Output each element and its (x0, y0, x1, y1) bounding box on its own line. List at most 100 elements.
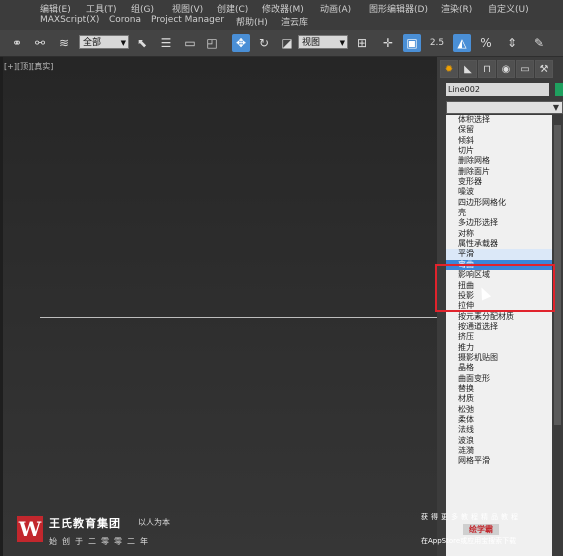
selection-filter-dropdown[interactable]: 全部 ▼ (79, 35, 129, 49)
modifier-list-dropdown[interactable]: ▼ (446, 101, 563, 114)
modifier-list-item[interactable]: 删除面片 (446, 167, 552, 177)
spinner-snap-icon[interactable]: ⇕ (503, 34, 521, 52)
unlink-icon[interactable]: ⚯ (31, 34, 49, 52)
menu-modifiers[interactable]: 修改器(M) (262, 2, 304, 15)
keyboard-shortcut-override-icon[interactable]: ▣ (403, 34, 421, 52)
menu-edit[interactable]: 编辑(E) (40, 2, 71, 15)
modifier-list: 体积选择 保留 倾斜 切片 删除网格 删除面片 变形器 噪波 四边形网格化壳多边形选择 对称 属性承… (446, 115, 552, 556)
modifier-list-item[interactable]: 松弛 (446, 405, 552, 415)
modifier-list-item[interactable]: 删除网格 (446, 156, 552, 166)
chevron-down-icon: ▼ (552, 103, 559, 112)
menu-help[interactable]: 帮助(H) (236, 15, 268, 28)
modifier-list-item[interactable]: 变形器 (446, 177, 552, 187)
select-and-move-icon[interactable]: ✥ (232, 34, 250, 52)
command-panel-tabs: ✹ ◣ ⊓ ◉ ▭ ⚒ (440, 60, 563, 78)
modifier-list-item[interactable]: 拉伸 (446, 301, 552, 311)
menu-views[interactable]: 视图(V) (172, 2, 203, 15)
modifier-list-item[interactable]: 投影 (446, 291, 552, 301)
modifier-list-item[interactable]: 摄影机贴图 (446, 353, 552, 363)
select-and-rotate-icon[interactable]: ↻ (255, 34, 273, 52)
angle-snap-label[interactable]: 2.5 (428, 34, 446, 52)
wang-logo-icon: W (17, 516, 43, 542)
modifier-list-item[interactable]: 曲面变形 (446, 374, 552, 384)
select-object-icon[interactable]: ⬉ (133, 34, 151, 52)
menu-project-manager[interactable]: Project Manager (151, 15, 224, 25)
modifier-list-scrollbar[interactable] (552, 115, 563, 556)
create-tab-icon[interactable]: ✹ (440, 60, 458, 78)
select-by-name-icon[interactable]: ☰ (157, 34, 175, 52)
window-crossing-icon[interactable]: ◰ (203, 34, 221, 52)
bind-space-warp-icon[interactable]: ≋ (55, 34, 73, 52)
menu-render-cloud[interactable]: 渲云库 (281, 15, 308, 28)
pivot-center-icon[interactable]: ⊞ (353, 34, 371, 52)
modifier-list-item[interactable]: 噪波 (446, 187, 552, 197)
reference-coordinate-dropdown[interactable]: 视图 ▼ (298, 35, 348, 49)
modifier-list-item[interactable]: 保留 (446, 125, 552, 135)
menu-corona[interactable]: Corona (109, 15, 141, 25)
percent-snap-icon[interactable]: % (477, 34, 495, 52)
org-slogan: 以人为本 (138, 518, 170, 527)
rectangular-selection-icon[interactable]: ▭ (181, 34, 199, 52)
chevron-down-icon: ▼ (339, 39, 345, 47)
chevron-down-icon: ▼ (120, 39, 126, 47)
scrollbar-thumb[interactable] (554, 125, 561, 425)
link-icon[interactable]: ⚭ (8, 34, 26, 52)
utilities-tab-icon[interactable]: ⚒ (535, 60, 553, 78)
modifier-list-item[interactable]: 挤压 (446, 332, 552, 342)
menu-customize[interactable]: 自定义(U) (488, 2, 529, 15)
modifier-list-item[interactable]: 柔体 (446, 415, 552, 425)
menu-animation[interactable]: 动画(A) (320, 2, 351, 15)
modifier-list-item[interactable]: 材质 (446, 394, 552, 404)
modifier-list-item[interactable]: 多边形选择 (446, 218, 552, 228)
modifier-list-item[interactable]: 网格平滑 (446, 456, 552, 466)
modifier-list-item[interactable]: 平滑 (446, 249, 552, 260)
viewport-border (0, 57, 3, 556)
menu-graph-editors[interactable]: 图形编辑器(D) (369, 2, 428, 15)
motion-tab-icon[interactable]: ◉ (497, 60, 515, 78)
modifier-list-item[interactable]: 按元素分配材质 (446, 312, 552, 322)
viewport-label[interactable]: [+][顶][真实] (4, 61, 53, 72)
modifier-list-item[interactable]: 壳 (446, 208, 552, 218)
watermark-app-name: 绘学霸 (463, 524, 499, 535)
watermark-line-3: 在AppStore或应用宝搜索下载 (421, 537, 517, 545)
menu-bar: 编辑(E) 工具(T) 组(G) 视图(V) 创建(C) 修改器(M) 动画(A… (0, 0, 563, 30)
modifier-list-item[interactable]: 属性承载器 (446, 239, 552, 249)
modifier-list-item[interactable]: 四边形网格化 (446, 198, 552, 208)
modifier-list-item[interactable]: 推力 (446, 343, 552, 353)
menu-maxscript[interactable]: MAXScript(X) (40, 15, 99, 25)
coordinate-system-value: 视图 (302, 38, 321, 48)
org-motto: 始创于二零零二年 (49, 537, 153, 546)
menu-create[interactable]: 创建(C) (217, 2, 248, 15)
object-color-swatch[interactable] (555, 83, 563, 96)
angle-snap-icon[interactable]: ◭ (453, 34, 471, 52)
modifier-list-item[interactable]: 替换 (446, 384, 552, 394)
menu-tools[interactable]: 工具(T) (86, 2, 117, 15)
modify-tab-icon[interactable]: ◣ (459, 60, 477, 78)
selection-filter-value: 全部 (83, 38, 102, 48)
main-toolbar: ⚭ ⚯ ≋ 全部 ▼ ⬉ ☰ ▭ ◰ ✥ ↻ ◪ 视图 ▼ ⊞ ✛ ▣ 2.5 … (0, 30, 563, 57)
modifier-list-item[interactable]: 晶格 (446, 363, 552, 373)
modifier-list-item[interactable]: 倾斜 (446, 136, 552, 146)
modifier-list-item[interactable]: 切片 (446, 146, 552, 156)
modifier-list-item[interactable]: 按通道选择 (446, 322, 552, 332)
display-tab-icon[interactable]: ▭ (516, 60, 534, 78)
hierarchy-tab-icon[interactable]: ⊓ (478, 60, 496, 78)
modifier-list-item[interactable]: 法线 (446, 425, 552, 435)
modifier-list-item[interactable]: 波浪 (446, 436, 552, 446)
org-name: 王氏教育集团 (49, 517, 121, 530)
modifier-list-item[interactable]: 弯曲 (446, 259, 552, 271)
watermark-line-1: 获得更多教程精品教程 (421, 513, 521, 521)
object-name-field[interactable]: Line002 (446, 83, 549, 96)
menu-rendering[interactable]: 渲染(R) (441, 2, 472, 15)
edit-named-selection-icon[interactable]: ✎ (530, 34, 548, 52)
modifier-list-item[interactable]: 影响区域 (446, 270, 552, 280)
modifier-list-item[interactable]: 体积选择 (446, 115, 552, 125)
modifier-list-item[interactable]: 涟漪 (446, 446, 552, 456)
select-and-scale-icon[interactable]: ◪ (278, 34, 296, 52)
menu-group[interactable]: 组(G) (131, 2, 154, 15)
modifier-list-item[interactable]: 对称 (446, 229, 552, 239)
spline-line-object[interactable] (40, 317, 437, 318)
modifier-list-item[interactable]: 扭曲 (446, 281, 552, 291)
top-viewport[interactable]: [+][顶][真实] (0, 57, 437, 556)
move-gizmo-icon[interactable]: ✛ (379, 34, 397, 52)
